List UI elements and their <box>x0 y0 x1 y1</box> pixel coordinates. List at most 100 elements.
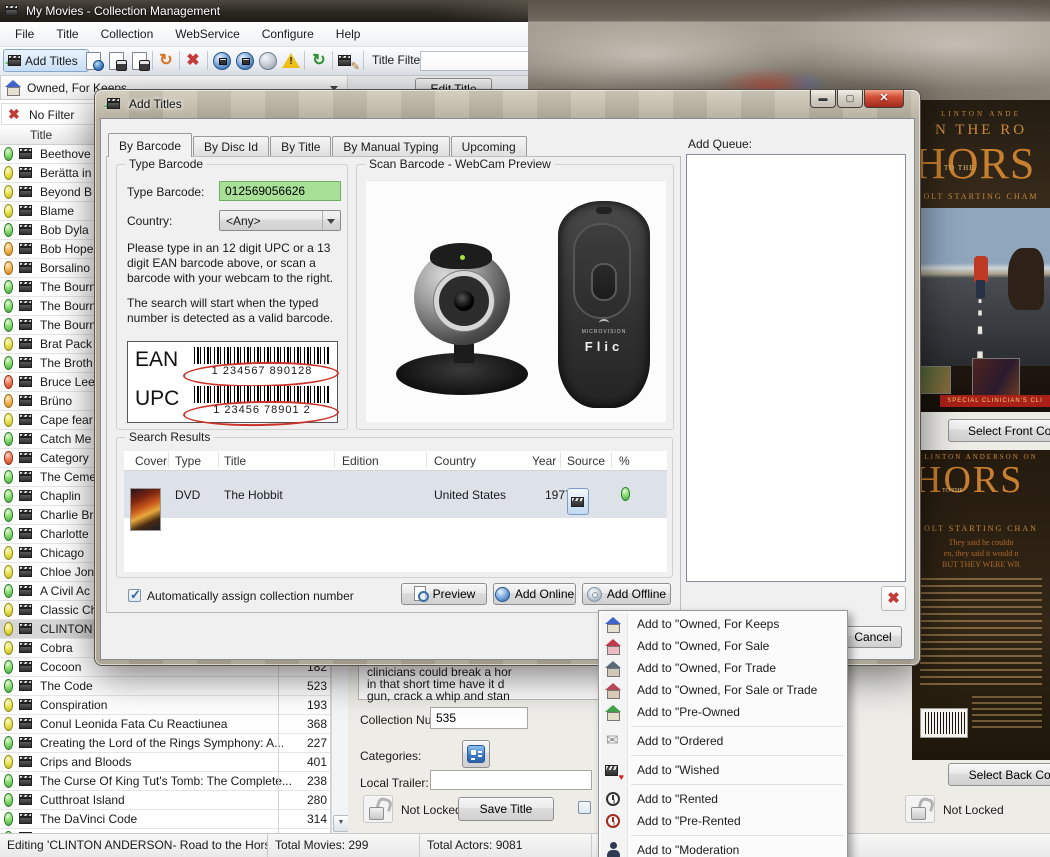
select-back-cover-button[interactable]: Select Back Cover <box>948 763 1050 786</box>
dialog-tab[interactable]: By Disc Id <box>193 136 269 157</box>
unchecked-checkbox[interactable] <box>578 801 591 814</box>
status-pill-icon <box>4 489 13 503</box>
menu-item[interactable]: Configure <box>251 23 325 45</box>
clapperboard-icon <box>19 528 32 539</box>
status-pill-icon <box>4 242 13 256</box>
refresh-title-icon[interactable]: ↻ <box>155 50 177 72</box>
menu-item-label: Add to "Owned, For Sale or Trade <box>637 683 817 697</box>
dialog-tab[interactable]: By Title <box>270 136 331 157</box>
list-item[interactable]: Cutthroat Island 280 <box>0 791 330 810</box>
page-web-icon[interactable] <box>83 50 105 72</box>
context-menu-item[interactable] <box>599 832 847 839</box>
delete-title-icon[interactable]: ✖ <box>182 50 204 72</box>
list-item-number: 193 <box>279 698 327 712</box>
unlocked-padlock-icon <box>366 797 390 821</box>
list-item-title: The Bourn <box>40 299 96 313</box>
list-item[interactable]: The Code 523 <box>0 677 330 696</box>
table-header[interactable]: Cover Type Title Edition Country Year So… <box>124 451 667 471</box>
list-item-title: Conul Leonida Fata Cu Reactiunea <box>40 717 227 731</box>
scroll-down-icon[interactable]: ▼ <box>333 815 349 832</box>
status-pill-icon <box>4 812 13 826</box>
context-menu-item[interactable]: Add to "Rented <box>599 788 847 810</box>
categories-button[interactable] <box>462 740 490 768</box>
list-item[interactable]: The DaVinci Code 314 <box>0 810 330 829</box>
list-item[interactable]: Crips and Bloods 401 <box>0 753 330 772</box>
context-menu-item[interactable]: Add to "Pre-Owned <box>599 701 847 723</box>
minimize-button[interactable]: ▬ <box>810 90 836 108</box>
menu-item[interactable]: WebService <box>164 23 250 45</box>
context-menu-item[interactable]: Add to "Owned, For Trade <box>599 657 847 679</box>
context-menu-item[interactable]: Add to "Moderation <box>599 839 847 857</box>
context-menu-item[interactable]: Add to "Owned, For Sale <box>599 635 847 657</box>
save-title-button[interactable]: Save Title <box>458 797 554 821</box>
add-titles-button[interactable]: + Add Titles <box>3 49 89 72</box>
context-menu-item[interactable]: Add to "Ordered <box>599 730 847 752</box>
add-online-button[interactable]: Add Online <box>493 583 576 605</box>
page-clapper2-icon[interactable] <box>129 50 151 72</box>
list-item[interactable]: Conspiration 193 <box>0 696 330 715</box>
preview-icon <box>413 586 428 602</box>
context-menu-item[interactable]: Add to "Owned, For Sale or Trade <box>599 679 847 701</box>
list-item-title: Charlotte <box>40 527 89 541</box>
barcode-input[interactable] <box>219 181 341 201</box>
list-item-title: Blame <box>40 204 74 218</box>
context-menu-item[interactable]: Add to "Wished <box>599 759 847 781</box>
title-filter-input[interactable] <box>420 51 534 71</box>
status-pill-icon <box>4 584 13 598</box>
dialog-tab[interactable]: By Manual Typing <box>332 136 449 157</box>
list-item-title: Cutthroat Island <box>40 793 125 807</box>
menu-item[interactable]: File <box>4 23 45 45</box>
collection-number-input[interactable] <box>430 707 528 729</box>
add-offline-button[interactable]: Add Offline <box>582 583 671 605</box>
close-button[interactable]: ✕ <box>864 90 904 108</box>
edit-clapper-icon[interactable]: ✎ <box>336 50 358 72</box>
remove-from-queue-button[interactable]: ✖ <box>881 586 906 611</box>
local-trailer-input[interactable] <box>430 770 592 790</box>
warning-icon[interactable]: ! <box>280 50 302 72</box>
table-row[interactable]: DVD The Hobbit United States 1977 <box>124 471 667 518</box>
menu-item[interactable]: Collection <box>90 23 165 45</box>
list-item-title: Berätta in <box>40 166 91 180</box>
clapperboard-icon <box>19 452 32 463</box>
local-trailer-label: Local Trailer: <box>360 776 429 790</box>
update-clapper-icon[interactable] <box>211 50 233 72</box>
lock-button[interactable] <box>363 795 393 823</box>
list-item[interactable]: The Curse Of King Tut's Tomb: The Comple… <box>0 772 330 791</box>
cover-lock-button[interactable] <box>905 795 935 823</box>
preview-button[interactable]: Preview <box>401 583 487 605</box>
context-menu-item[interactable]: Add to "Owned, For Keeps <box>599 613 847 635</box>
context-menu-item[interactable]: Add to "Pre-Rented <box>599 810 847 832</box>
menu-item[interactable]: Title <box>45 23 89 45</box>
list-item-title: Category <box>40 451 89 465</box>
context-menu-item[interactable] <box>599 723 847 730</box>
update-person-icon[interactable] <box>234 50 256 72</box>
clapperboard-icon <box>19 205 32 216</box>
synchronize-icon[interactable]: ↻ <box>308 50 330 72</box>
add-queue-list[interactable] <box>686 154 906 582</box>
clapper-heart-icon <box>605 762 622 779</box>
list-item-number: 401 <box>279 755 327 769</box>
menu-item[interactable]: Help <box>325 23 372 45</box>
context-menu-item[interactable] <box>599 781 847 788</box>
auto-assign-checkbox[interactable] <box>128 589 141 602</box>
dialog-tab[interactable]: By Barcode <box>108 133 192 157</box>
dialog-tab[interactable]: Upcoming <box>451 136 527 157</box>
list-item[interactable]: Creating the Lord of the Rings Symphony:… <box>0 734 330 753</box>
back-cover-barcode <box>920 708 968 738</box>
toolbar: + Add Titles ↻ ✖ ! ↻ ✎ Title Filter <box>0 47 528 76</box>
cancel-button[interactable]: Cancel <box>844 626 902 648</box>
house-red-icon <box>605 638 622 655</box>
list-item-title: Conspiration <box>40 698 107 712</box>
clapperboard-icon <box>19 661 32 672</box>
list-item[interactable]: Conul Leonida Fata Cu Reactiunea 368 <box>0 715 330 734</box>
update-disc-icon[interactable] <box>257 50 279 72</box>
country-select[interactable]: <Any> <box>219 210 341 231</box>
list-item-title: The Ceme <box>40 470 96 484</box>
status-pill-icon <box>4 527 13 541</box>
maximize-button[interactable]: ▢ <box>837 90 863 108</box>
page-clapper-icon[interactable] <box>106 50 128 72</box>
title-filter-label: Title Filter <box>372 53 424 67</box>
barcode-illustration: EAN 1 234567 890128 UPC 1 23456 78901 2 <box>127 341 338 423</box>
context-menu-item[interactable] <box>599 752 847 759</box>
select-front-cover-button[interactable]: Select Front Cover <box>948 419 1050 442</box>
